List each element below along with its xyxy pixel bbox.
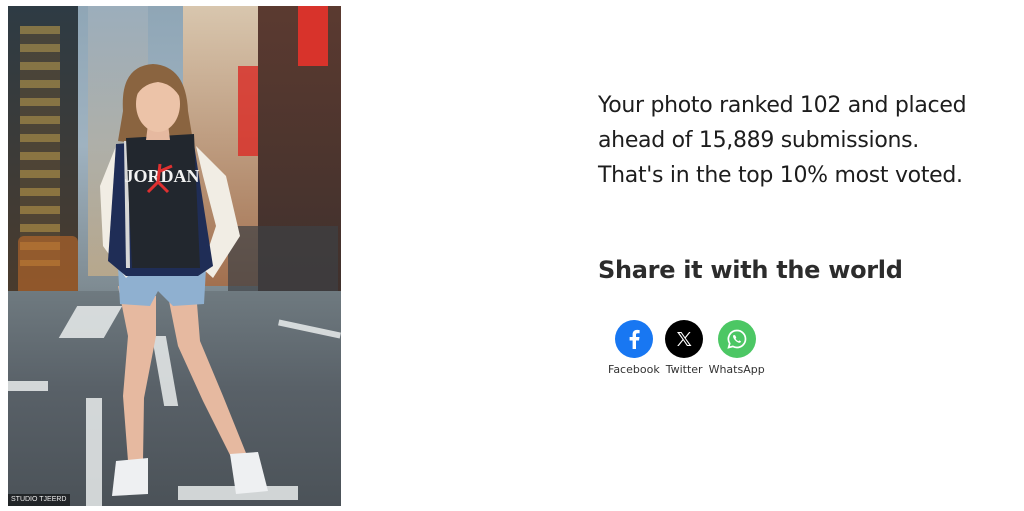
- whatsapp-share-button[interactable]: WhatsApp: [708, 320, 766, 376]
- x-icon[interactable]: [665, 320, 704, 358]
- facebook-icon[interactable]: [614, 320, 653, 358]
- facebook-share-button[interactable]: Facebook: [607, 320, 661, 376]
- submission-photo: JORDAN: [8, 6, 341, 506]
- person-figure: JORDAN: [100, 64, 268, 496]
- twitter-label[interactable]: Twitter: [665, 363, 704, 376]
- share-buttons: Facebook Twitter WhatsApp: [607, 320, 766, 376]
- ranking-line-3: That's in the top 10% most voted.: [598, 163, 963, 188]
- photo-credit: STUDIO TJEERD: [8, 494, 70, 506]
- facebook-label[interactable]: Facebook: [607, 363, 661, 376]
- ranking-line-1: Your photo ranked 102 and placed: [598, 93, 967, 118]
- ranking-line-2: ahead of 15,889 submissions.: [598, 128, 919, 153]
- ranking-message: Your photo ranked 102 and placed ahead o…: [598, 88, 1018, 193]
- whatsapp-icon[interactable]: [717, 320, 756, 358]
- share-heading: Share it with the world: [598, 256, 903, 284]
- twitter-share-button[interactable]: Twitter: [665, 320, 704, 376]
- whatsapp-label[interactable]: WhatsApp: [708, 363, 766, 376]
